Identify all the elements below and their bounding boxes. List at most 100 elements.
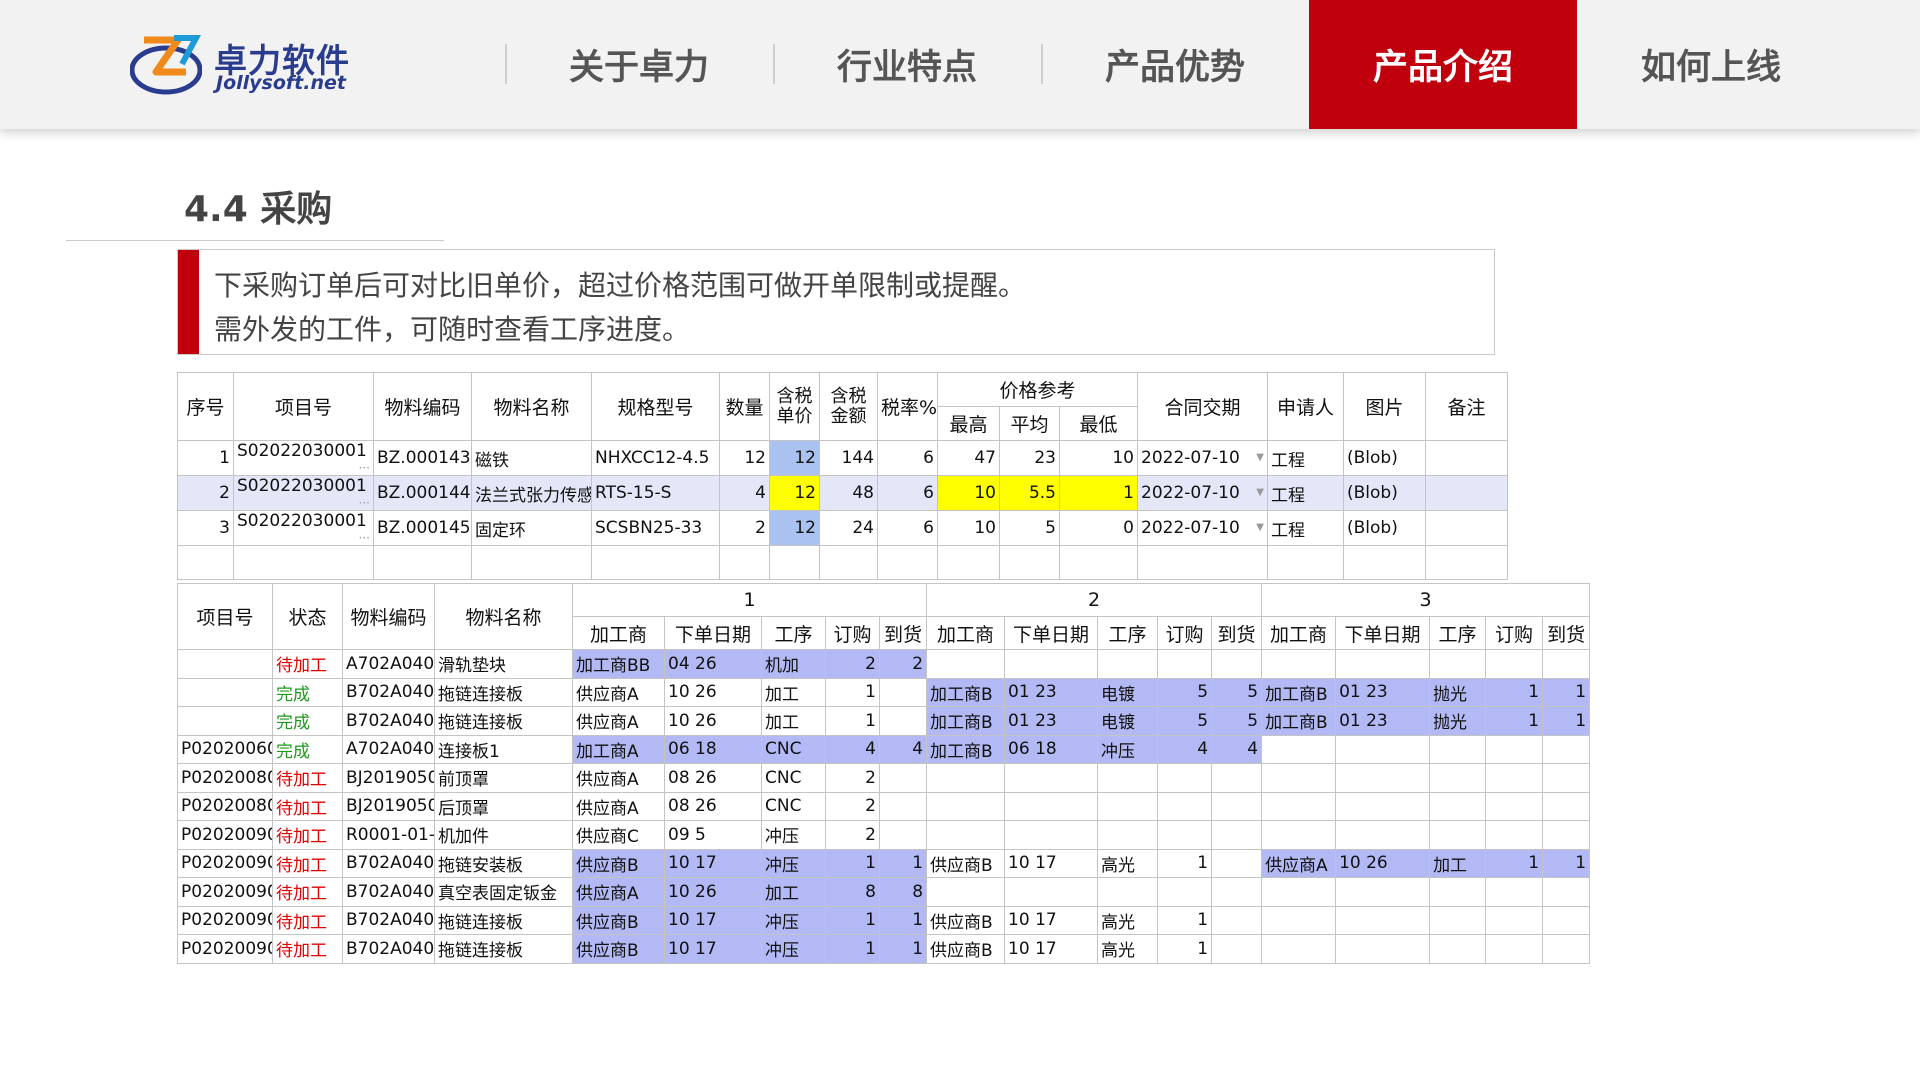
col-contract-date[interactable]: 合同交期 <box>1137 372 1268 441</box>
cell-status: 待加工 <box>272 820 343 850</box>
table-row-empty[interactable] <box>177 545 1508 580</box>
nav-about[interactable]: 关于卓力 <box>505 0 773 129</box>
cell-amount: 24 <box>819 510 878 546</box>
table-row[interactable]: P0202009000待加工B702A0402拖链安装板供应商B10 17冲压1… <box>177 848 1591 878</box>
cell-step-3 <box>1429 934 1487 964</box>
cell-name: 拖链连接板 <box>434 677 573 707</box>
cell-arrive-2: 5 <box>1211 706 1263 736</box>
table-row[interactable]: P0202009000待加工B702A0401拖链连接板供应商B10 17冲压1… <box>177 905 1591 935</box>
table-row[interactable]: 待加工A702A0409滑轨垫块加工商BB04 26机加22 <box>177 649 1591 679</box>
col-spec[interactable]: 规格型号 <box>591 372 720 441</box>
note-box: 下采购订单后可对比旧单价，超过价格范围可做开单限制或提醒。 需外发的工件，可随时… <box>177 249 1495 355</box>
col-qty[interactable]: 数量 <box>719 372 770 441</box>
table-row-selected[interactable]: 2 S02022030001··· BZ.000144 法兰式张力传感器 RTS… <box>177 475 1508 511</box>
cell-date[interactable]: 2022-07-10 ▼ <box>1137 440 1268 476</box>
cell-step-2: 高光 <box>1097 934 1159 964</box>
cell-date-2 <box>1004 877 1099 907</box>
cell-remark[interactable] <box>1425 510 1508 546</box>
dropdown-arrow-icon[interactable]: ▼ <box>1256 487 1264 498</box>
col-price-max[interactable]: 最高 <box>937 406 1000 441</box>
ellipsis-icon[interactable]: ··· <box>359 496 370 510</box>
col-project[interactable]: 项目号 <box>177 583 273 650</box>
col-order-1[interactable]: 订购 <box>825 616 880 650</box>
cell-step-3 <box>1429 820 1487 850</box>
cell-max: 10 <box>937 510 1000 546</box>
cell-price: 12 <box>769 475 820 511</box>
nav-onboarding[interactable]: 如何上线 <box>1577 0 1845 129</box>
cell-date[interactable]: 2022-07-10 ▼ <box>1137 510 1268 546</box>
col-arrive-1[interactable]: 到货 <box>878 616 928 650</box>
dropdown-arrow-icon[interactable]: ▼ <box>1256 452 1264 463</box>
nav-industry[interactable]: 行业特点 <box>773 0 1041 129</box>
col-code[interactable]: 物料编码 <box>342 583 435 650</box>
col-arrive-2[interactable]: 到货 <box>1211 616 1263 650</box>
cell-status: 待加工 <box>272 848 343 878</box>
col-price-ref[interactable]: 价格参考 <box>937 372 1138 407</box>
col-date-3[interactable]: 下单日期 <box>1335 616 1431 650</box>
ellipsis-icon[interactable]: ··· <box>359 531 370 545</box>
cell-project[interactable]: S02022030001 ··· <box>233 440 374 476</box>
cell-order-1: 1 <box>825 934 880 964</box>
nav-advantages[interactable]: 产品优势 <box>1041 0 1309 129</box>
ellipsis-icon[interactable]: ··· <box>359 461 370 475</box>
cell-project[interactable]: S02022030001 ··· <box>233 510 374 546</box>
col-price-avg[interactable]: 平均 <box>999 406 1060 441</box>
cell-spec: SCSBN25-33 <box>591 510 720 546</box>
col-vendor-3[interactable]: 加工商 <box>1261 616 1337 650</box>
col-order-2[interactable]: 订购 <box>1157 616 1213 650</box>
cell-date[interactable]: 2022-07-10 ▼ <box>1137 475 1268 511</box>
col-name[interactable]: 物料名称 <box>471 372 592 441</box>
col-project[interactable]: 项目号 <box>233 372 374 441</box>
cell-image: (Blob) <box>1343 440 1426 476</box>
cell-arrive-2 <box>1211 649 1263 679</box>
col-tax-rate[interactable]: 税率% <box>877 372 938 441</box>
cell-arrive-3 <box>1542 820 1591 850</box>
col-price-min[interactable]: 最低 <box>1059 406 1138 441</box>
col-seq[interactable]: 序号 <box>177 372 234 441</box>
col-step-2[interactable]: 工序 <box>1097 616 1159 650</box>
col-order-3[interactable]: 订购 <box>1485 616 1544 650</box>
col-date-1[interactable]: 下单日期 <box>664 616 762 650</box>
cell-step-2 <box>1097 877 1159 907</box>
table-row[interactable]: P0202008000待加工BJ20190509前顶罩供应商A08 26CNC2 <box>177 763 1591 793</box>
col-group-3[interactable]: 3 <box>1261 583 1591 617</box>
col-group-2[interactable]: 2 <box>926 583 1263 617</box>
table-row[interactable]: P0202009000待加工R0001-01-机加件供应商C09 5冲压2 <box>177 820 1591 850</box>
dropdown-arrow-icon[interactable]: ▼ <box>1256 522 1264 533</box>
col-status[interactable]: 状态 <box>272 583 343 650</box>
nav-products[interactable]: 产品介绍 <box>1309 0 1577 129</box>
cell-arrive-1 <box>878 763 928 793</box>
cell-remark[interactable] <box>1425 475 1508 511</box>
col-group-1[interactable]: 1 <box>571 583 928 617</box>
cell-order-3: 1 <box>1485 706 1544 736</box>
col-requester[interactable]: 申请人 <box>1267 372 1344 441</box>
table-row[interactable]: 完成B702A0401拖链连接板供应商A10 26加工1加工商B01 23电镀5… <box>177 706 1591 736</box>
cell-price: 12 <box>769 440 820 476</box>
table-row[interactable]: P0202006000完成A702A0406连接板1加工商A06 18CNC44… <box>177 734 1591 764</box>
cell-order-1: 1 <box>825 905 880 935</box>
col-vendor-2[interactable]: 加工商 <box>926 616 1006 650</box>
col-image[interactable]: 图片 <box>1343 372 1426 441</box>
col-name[interactable]: 物料名称 <box>434 583 573 650</box>
col-price-tax[interactable]: 含税 单价 <box>769 372 820 441</box>
cell-code: B702A0401 <box>342 905 435 935</box>
cell-project[interactable]: S02022030001 ··· <box>233 475 374 511</box>
section-divider <box>66 240 444 241</box>
table-row[interactable]: 3 S02022030001 ··· BZ.000145 固定环 SCSBN25-… <box>177 510 1508 546</box>
col-step-3[interactable]: 工序 <box>1429 616 1487 650</box>
col-vendor-1[interactable]: 加工商 <box>572 616 665 650</box>
table-row[interactable]: P0202009000待加工B702A0401拖链连接板供应商B10 17冲压1… <box>177 934 1591 964</box>
table-row[interactable]: P0202009000待加工B702A0403真空表固定钣金供应商A10 26加… <box>177 877 1591 907</box>
col-remark[interactable]: 备注 <box>1425 372 1508 441</box>
cell-project: P0202009000 <box>177 848 273 878</box>
table-row[interactable]: P0202008000待加工BJ20190509后顶罩供应商A08 26CNC2 <box>177 791 1591 821</box>
col-arrive-3[interactable]: 到货 <box>1542 616 1591 650</box>
company-logo[interactable]: 卓力软件 Jollysoft.net <box>130 30 360 100</box>
table-row[interactable]: 完成B702A0401拖链连接板供应商A10 26加工1加工商B01 23电镀5… <box>177 677 1591 707</box>
table-row[interactable]: 1 S02022030001 ··· BZ.000143 磁铁 NHXCC12-4… <box>177 440 1508 476</box>
col-date-2[interactable]: 下单日期 <box>1004 616 1099 650</box>
col-code[interactable]: 物料编码 <box>373 372 472 441</box>
col-step-1[interactable]: 工序 <box>761 616 826 650</box>
cell-remark[interactable] <box>1425 440 1508 476</box>
col-amount-tax[interactable]: 含税 金额 <box>819 372 878 441</box>
